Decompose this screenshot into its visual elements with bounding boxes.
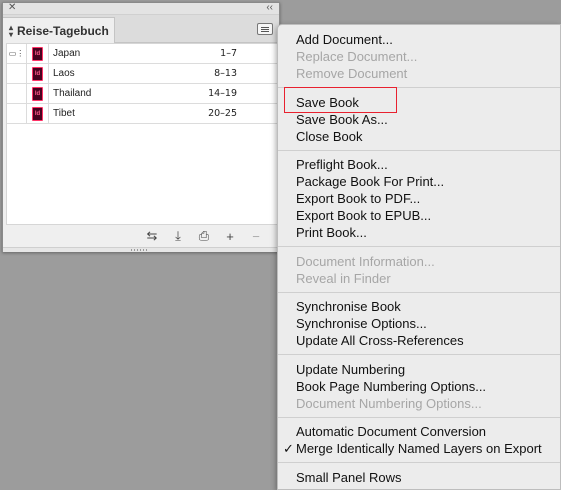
indesign-document-icon: Id — [32, 46, 43, 61]
menu-item-small-panel-rows[interactable]: Small Panel Rows — [296, 469, 402, 486]
menu-separator — [278, 462, 560, 463]
book-panel: ✕ ‹‹ ▴ ▾ Reise-Tagebuch ▭⋮ Id Japan 1–7 I… — [2, 2, 280, 252]
menu-item-book-page-numbering-options[interactable]: Book Page Numbering Options... — [296, 378, 486, 395]
menu-item-close-book[interactable]: Close Book — [296, 128, 362, 145]
menu-item-update-numbering[interactable]: Update Numbering ▶ — [296, 361, 405, 378]
panel-menu-button[interactable] — [257, 23, 273, 35]
book-document-list: ▭⋮ Id Japan 1–7 Id Laos 8–13 Id Thailand… — [6, 43, 278, 225]
indesign-document-icon: Id — [32, 86, 43, 101]
document-name: Japan — [53, 48, 81, 59]
panel-toolbar: ⇆ ⤓ ⎙ + − — [3, 225, 279, 247]
page-range: 14–19 — [208, 88, 237, 99]
collapse-panel-icon[interactable]: ‹‹ — [266, 2, 273, 13]
indesign-document-icon: Id — [32, 106, 43, 121]
menu-item-remove-document[interactable]: Remove Document — [296, 65, 407, 82]
document-name: Laos — [53, 68, 75, 79]
tab-book[interactable]: ▴ ▾ Reise-Tagebuch — [3, 17, 115, 44]
add-document-icon[interactable]: + — [223, 229, 237, 244]
menu-item-document-information[interactable]: Document Information... — [296, 253, 435, 270]
list-item[interactable]: Id Thailand 14–19 — [7, 84, 277, 104]
menu-item-save-book-as[interactable]: Save Book As... — [296, 111, 388, 128]
menu-separator — [278, 354, 560, 355]
page-range: 8–13 — [214, 68, 237, 79]
updown-arrows-icon: ▴ ▾ — [9, 23, 14, 39]
close-panel-icon[interactable]: ✕ — [8, 2, 16, 13]
list-item[interactable]: Id Tibet 20–25 — [7, 104, 277, 124]
resize-grip[interactable] — [3, 247, 279, 252]
menu-separator — [278, 292, 560, 293]
page-range: 1–7 — [220, 48, 237, 59]
menu-item-merge-layers-on-export[interactable]: ✓ Merge Identically Named Layers on Expo… — [283, 440, 542, 457]
style-source-icon[interactable]: ▭⋮ — [7, 44, 27, 63]
menu-separator — [278, 150, 560, 151]
document-name: Thailand — [53, 88, 92, 99]
menu-item-automatic-document-conversion[interactable]: Automatic Document Conversion — [296, 423, 486, 440]
style-source-slot[interactable] — [7, 84, 27, 103]
list-item[interactable]: Id Laos 8–13 — [7, 64, 277, 84]
book-title: Reise-Tagebuch — [17, 24, 109, 38]
print-book-icon[interactable]: ⎙ — [197, 228, 211, 244]
menu-item-package-book[interactable]: Package Book For Print... — [296, 173, 444, 190]
menu-item-export-epub[interactable]: Export Book to EPUB... — [296, 207, 431, 224]
save-book-icon[interactable]: ⤓ — [171, 228, 185, 244]
menu-item-update-cross-references[interactable]: Update All Cross-References — [296, 332, 464, 349]
menu-item-export-pdf[interactable]: Export Book to PDF... — [296, 190, 420, 207]
menu-separator — [278, 417, 560, 418]
menu-separator — [278, 87, 560, 88]
page-range: 20–25 — [208, 108, 237, 119]
menu-item-save-book[interactable]: Save Book — [296, 94, 359, 111]
style-source-slot[interactable] — [7, 104, 27, 123]
indesign-document-icon: Id — [32, 66, 43, 81]
menu-item-synchronise-book[interactable]: Synchronise Book — [296, 298, 401, 315]
menu-separator — [278, 246, 560, 247]
list-item[interactable]: ▭⋮ Id Japan 1–7 — [7, 44, 277, 64]
menu-item-add-document[interactable]: Add Document... — [296, 31, 393, 48]
checkmark-icon: ✓ — [283, 441, 294, 456]
menu-item-synchronise-options[interactable]: Synchronise Options... — [296, 315, 427, 332]
menu-item-print-book[interactable]: Print Book... — [296, 224, 367, 241]
menu-item-reveal-in-finder[interactable]: Reveal in Finder — [296, 270, 391, 287]
menu-item-preflight-book[interactable]: Preflight Book... — [296, 156, 388, 173]
document-name: Tibet — [53, 108, 75, 119]
book-panel-flyout-menu: Add Document... Replace Document... Remo… — [277, 24, 561, 490]
panel-title-strip: ✕ ‹‹ — [3, 2, 279, 15]
remove-document-icon[interactable]: − — [249, 229, 263, 244]
synchronise-icon[interactable]: ⇆ — [145, 228, 159, 244]
menu-item-document-numbering-options[interactable]: Document Numbering Options... — [296, 395, 482, 412]
menu-item-label: Merge Identically Named Layers on Export — [296, 441, 542, 456]
menu-item-label: Update Numbering — [296, 362, 406, 377]
panel-tab-bar: ▴ ▾ Reise-Tagebuch — [3, 15, 279, 44]
style-source-slot[interactable] — [7, 64, 27, 83]
menu-item-replace-document[interactable]: Replace Document... — [296, 48, 417, 65]
